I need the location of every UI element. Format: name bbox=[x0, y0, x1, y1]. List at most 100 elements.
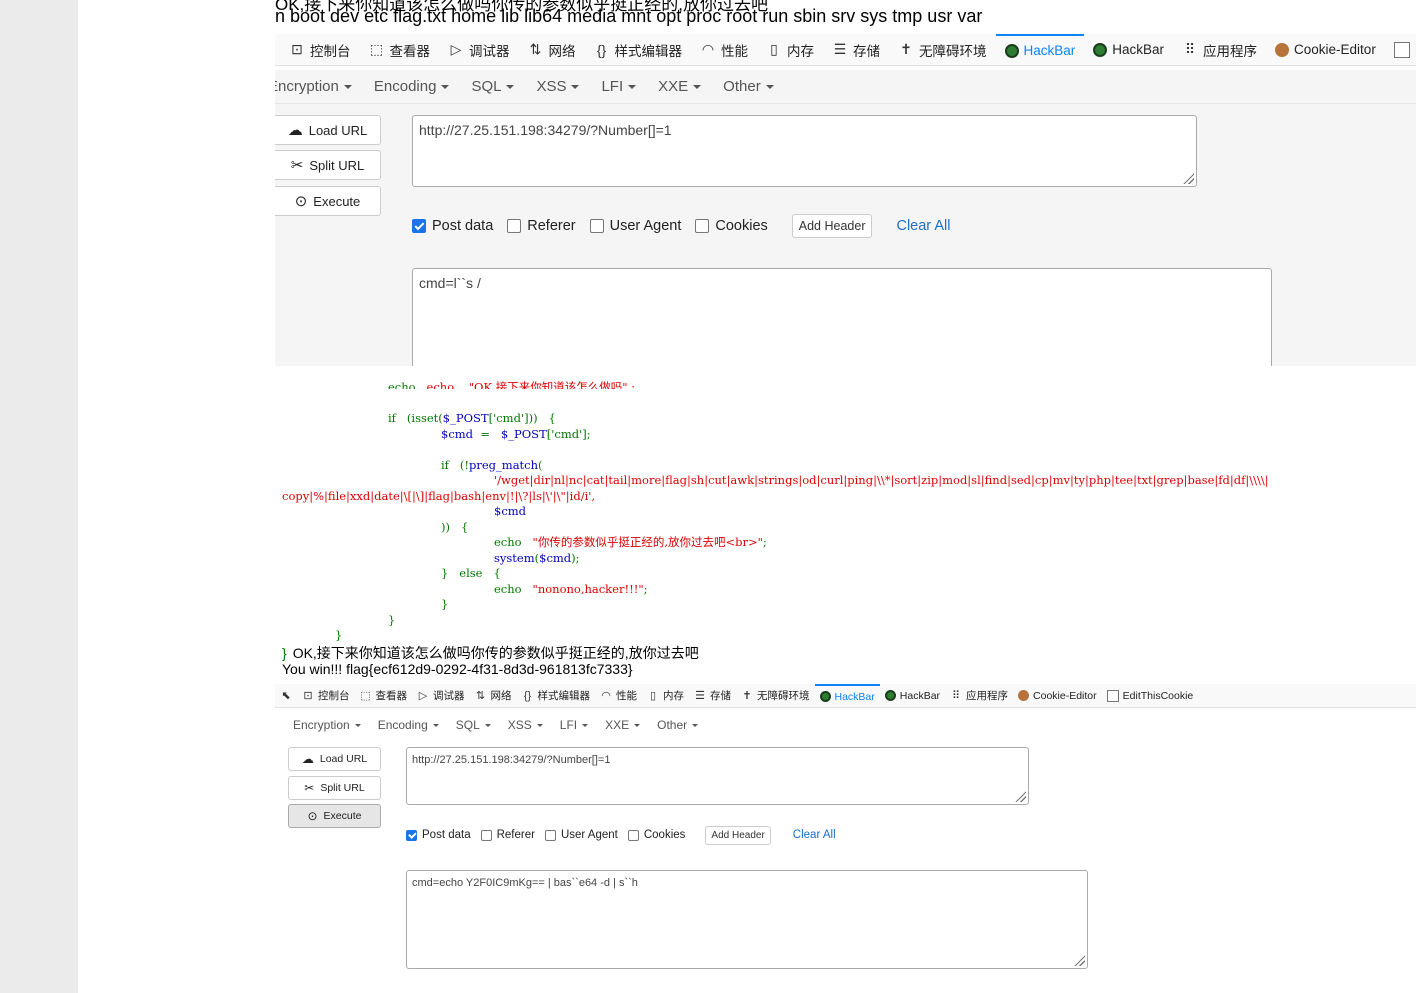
hackbar-icon bbox=[884, 690, 896, 701]
resize-handle[interactable] bbox=[1014, 790, 1026, 802]
cookies-checkbox[interactable] bbox=[627, 829, 639, 841]
menu-encryption[interactable]: Encryption bbox=[293, 718, 361, 732]
devtools-tab-memory[interactable]: ▯ 内存 bbox=[642, 684, 689, 707]
url-textarea[interactable]: http://27.25.151.198:34279/?Number[]=1 bbox=[406, 747, 1029, 805]
referer-checkbox[interactable] bbox=[480, 829, 492, 841]
user-agent-label: User Agent bbox=[560, 829, 618, 841]
menu-lfi[interactable]: LFI bbox=[560, 718, 589, 732]
devtools-tab-checkbox[interactable]: EditThisCookie bbox=[1102, 684, 1199, 707]
devtools-tab-label: 无障碍环境 bbox=[757, 690, 810, 702]
devtools-tab-storage[interactable]: ☰ 存储 bbox=[689, 684, 736, 707]
execute-button[interactable]: ⊙ Execute bbox=[275, 186, 381, 216]
referer-option[interactable]: Referer bbox=[507, 218, 576, 234]
devtools-tab-label: 内存 bbox=[787, 43, 814, 59]
menu-xss[interactable]: XSS bbox=[536, 78, 580, 95]
post-data-checkbox[interactable] bbox=[412, 219, 426, 233]
code-line: if (!preg_match( bbox=[441, 458, 543, 472]
devtools-tab-console[interactable]: ⊡ 控制台 bbox=[297, 684, 355, 707]
menu-other[interactable]: Other bbox=[657, 718, 699, 732]
caret-down-icon bbox=[571, 84, 580, 89]
devtools-tab-hackbar[interactable]: HackBar bbox=[880, 684, 945, 707]
post-body-textarea[interactable]: cmd=l``s / bbox=[412, 268, 1272, 378]
cookies-label: Cookies bbox=[643, 829, 686, 841]
menu-xxe[interactable]: XXE bbox=[658, 78, 702, 95]
clear-all-link[interactable]: Clear All bbox=[896, 218, 950, 234]
menu-label: Other bbox=[657, 718, 688, 732]
menu-xxe[interactable]: XXE bbox=[605, 718, 641, 732]
devtools-tab-style-editor[interactable]: {} 样式编辑器 bbox=[585, 34, 692, 65]
clear-all-link[interactable]: Clear All bbox=[793, 829, 836, 841]
load-url-button[interactable]: ☁ Load URL bbox=[288, 747, 381, 771]
menu-lfi[interactable]: LFI bbox=[601, 78, 637, 95]
menu-sql[interactable]: SQL bbox=[456, 718, 491, 732]
devtools-tab-label: HackBar bbox=[1023, 43, 1076, 58]
post-data-option[interactable]: Post data bbox=[412, 218, 493, 234]
devtools-tab-cookie[interactable]: Cookie-Editor bbox=[1266, 34, 1385, 65]
devtools-tab-inspector[interactable]: ⬚ 查看器 bbox=[355, 684, 413, 707]
menu-encoding[interactable]: Encoding bbox=[374, 78, 450, 95]
devtools-tab-hackbar[interactable]: HackBar bbox=[995, 34, 1085, 65]
split-url-button[interactable]: ✂ Split URL bbox=[275, 150, 381, 180]
devtools-tab-accessibility[interactable]: ✝ 无障碍环境 bbox=[889, 34, 996, 65]
storage-icon: ☰ bbox=[695, 690, 705, 702]
devtools-tab-debugger[interactable]: ▷ 调试器 bbox=[439, 34, 519, 65]
menu-label: Encoding bbox=[373, 78, 437, 95]
referer-option[interactable]: Referer bbox=[480, 829, 535, 841]
devtools-tab-console[interactable]: ⊡ 控制台 bbox=[280, 34, 360, 65]
devtools-tab-application[interactable]: ⠿ 应用程序 bbox=[945, 684, 1013, 707]
user-agent-option[interactable]: User Agent bbox=[544, 829, 618, 841]
load-url-label: Load URL bbox=[319, 753, 368, 765]
add-header-button[interactable]: Add Header bbox=[791, 214, 873, 238]
devtools-tab-label: 无障碍环境 bbox=[919, 43, 987, 59]
devtools-tab-network[interactable]: ⇅ 网络 bbox=[470, 684, 517, 707]
menu-other[interactable]: Other bbox=[723, 78, 774, 95]
url-textarea[interactable]: http://27.25.151.198:34279/?Number[]=1 bbox=[412, 115, 1197, 187]
caret-down-icon bbox=[628, 84, 637, 89]
devtools-tab-performance[interactable]: ◠ 性能 bbox=[595, 684, 642, 707]
cookies-checkbox[interactable] bbox=[695, 219, 710, 233]
resize-handle[interactable] bbox=[1073, 954, 1085, 966]
devtools-tab-label: 存储 bbox=[710, 690, 731, 702]
split-url-button[interactable]: ✂ Split URL bbox=[288, 776, 381, 800]
post-data-checkbox[interactable] bbox=[406, 829, 417, 841]
cookies-option[interactable]: Cookies bbox=[627, 829, 686, 841]
resize-handle[interactable] bbox=[1182, 172, 1194, 184]
referer-label: Referer bbox=[527, 218, 576, 234]
menu-encryption[interactable]: Encryption bbox=[275, 78, 352, 95]
caret-down-icon bbox=[484, 723, 491, 727]
post-data-option[interactable]: Post data bbox=[406, 829, 471, 841]
menu-xss[interactable]: XSS bbox=[508, 718, 543, 732]
console-icon: ⊡ bbox=[291, 41, 303, 57]
devtools-tab-network[interactable]: ⇅ 网络 bbox=[519, 34, 585, 65]
devtools-tab-checkbox[interactable]: EditThisCookie bbox=[1385, 34, 1416, 65]
cookies-option[interactable]: Cookies bbox=[695, 218, 768, 234]
user-agent-checkbox[interactable] bbox=[589, 219, 604, 233]
devtools-tab-label: EditThisCookie bbox=[1122, 689, 1194, 702]
devtools-tab-storage[interactable]: ☰ 存储 bbox=[823, 34, 889, 65]
menu-label: XXE bbox=[605, 718, 630, 732]
hackbar-icon bbox=[1093, 42, 1108, 57]
user-agent-option[interactable]: User Agent bbox=[589, 218, 681, 234]
menu-encoding[interactable]: Encoding bbox=[378, 718, 439, 732]
devtools-tab-hackbar[interactable]: HackBar bbox=[1084, 34, 1173, 65]
post-body-textarea[interactable]: cmd=echo Y2F0IC9mKg== | bas``e64 -d | s`… bbox=[406, 870, 1088, 969]
devtools-tab-memory[interactable]: ▯ 内存 bbox=[757, 34, 823, 65]
user-agent-checkbox[interactable] bbox=[544, 829, 556, 841]
devtools-tab-inspector[interactable]: ⬚ 查看器 bbox=[360, 34, 440, 65]
caret-down-icon bbox=[582, 723, 589, 727]
performance-icon: ◠ bbox=[601, 690, 611, 702]
devtools-tab-accessibility[interactable]: ✝ 无障碍环境 bbox=[736, 684, 815, 707]
referer-checkbox[interactable] bbox=[507, 219, 522, 233]
devtools-tab-style-editor[interactable]: {} 样式编辑器 bbox=[517, 684, 596, 707]
add-header-button[interactable]: Add Header bbox=[705, 825, 771, 845]
devtools-tab-performance[interactable]: ◠ 性能 bbox=[691, 34, 757, 65]
devtools-tab-hackbar[interactable]: HackBar bbox=[814, 684, 880, 707]
element-picker-icon[interactable]: ⬉ bbox=[275, 684, 297, 707]
execute-button[interactable]: ⊙ Execute bbox=[288, 804, 381, 828]
load-url-button[interactable]: ☁ Load URL bbox=[275, 115, 381, 145]
devtools-tab-application[interactable]: ⠿ 应用程序 bbox=[1173, 34, 1266, 65]
devtools-tab-debugger[interactable]: ▷ 调试器 bbox=[412, 684, 470, 707]
devtools-tab-cookie[interactable]: Cookie-Editor bbox=[1013, 684, 1102, 707]
application-icon: ⠿ bbox=[952, 690, 961, 702]
menu-sql[interactable]: SQL bbox=[471, 78, 515, 95]
